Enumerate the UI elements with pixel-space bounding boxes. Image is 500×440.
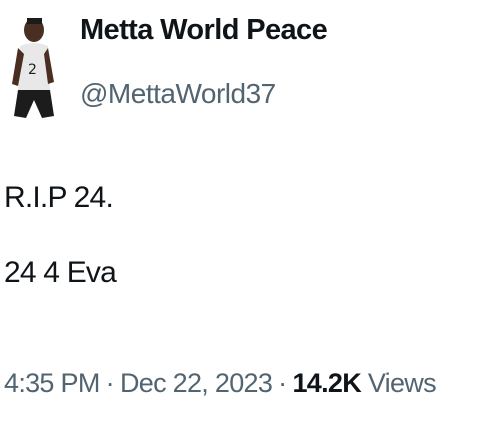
- meta-separator: ·: [278, 368, 287, 398]
- avatar[interactable]: 2: [4, 6, 62, 124]
- tweet-date[interactable]: Dec 22, 2023: [120, 368, 273, 398]
- tweet-time[interactable]: 4:35 PM: [4, 368, 100, 398]
- svg-text:2: 2: [28, 62, 37, 78]
- tweet-meta: 4:35 PM · Dec 22, 2023 · 14.2K Views: [4, 368, 437, 399]
- author-handle[interactable]: @MettaWorld37: [80, 78, 276, 110]
- views-count[interactable]: 14.2K: [292, 368, 361, 398]
- author-display-name[interactable]: Metta World Peace: [80, 14, 328, 47]
- tweet-card: 2 Metta World Peace @MettaWorld37 R.I.P …: [0, 0, 500, 440]
- views-label[interactable]: Views: [368, 368, 437, 398]
- meta-separator: ·: [105, 368, 115, 398]
- tweet-text-line: R.I.P 24.: [4, 181, 114, 214]
- tweet-text-line: 24 4 Eva: [4, 256, 117, 289]
- avatar-photo-icon: 2: [4, 6, 62, 124]
